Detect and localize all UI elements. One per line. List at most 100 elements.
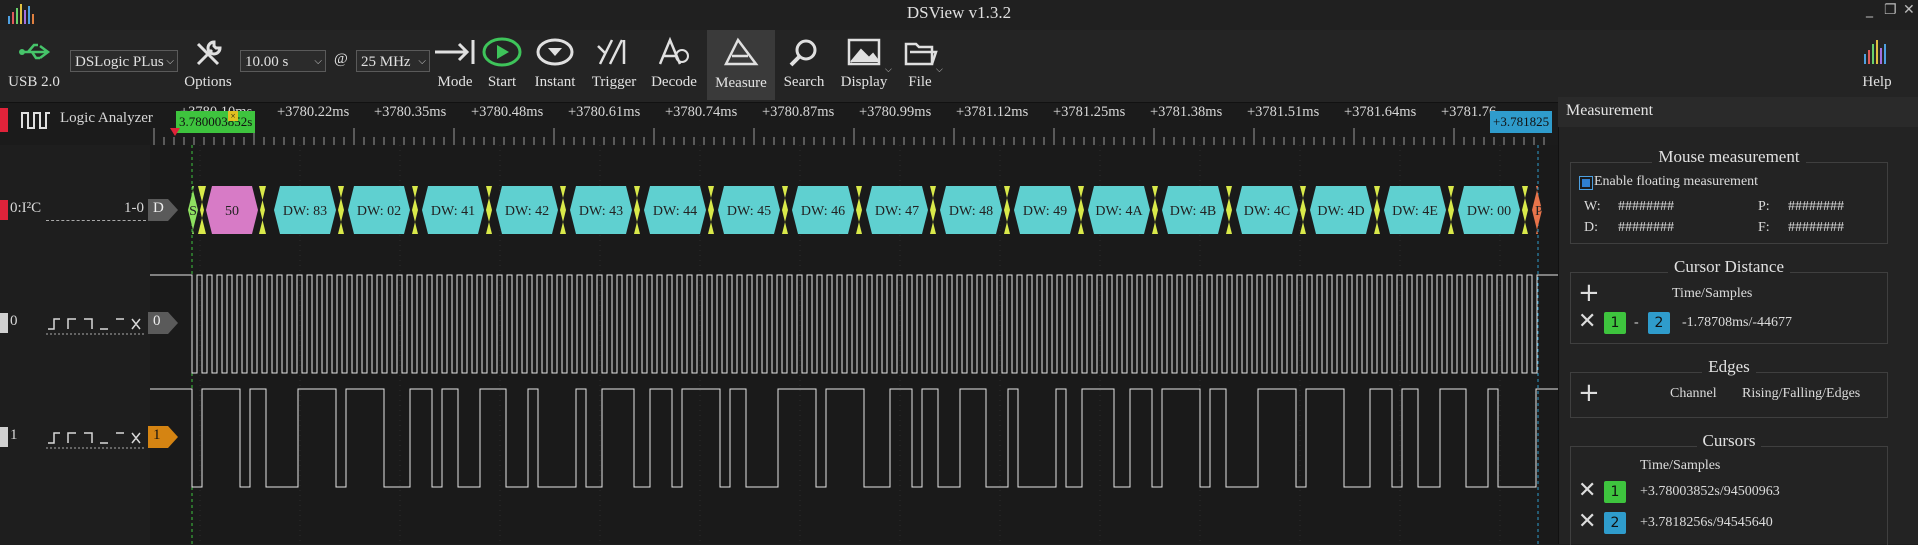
mode-label: Mode xyxy=(437,74,473,90)
channel1-waveform xyxy=(150,388,1558,488)
minimize-icon[interactable]: _ xyxy=(1866,2,1873,18)
w-value: ######## xyxy=(1618,199,1674,214)
decode-ack-mark xyxy=(1226,186,1232,234)
decode-ack-mark xyxy=(486,186,492,234)
waveform-canvas: S 50 DW: 83 DW: 02 DW: 41 DW: 42 DW: 43 DW: 44 D… xyxy=(150,145,1558,544)
display-button[interactable]: Display ⌵ xyxy=(835,34,893,98)
mode-button[interactable]: Mode xyxy=(433,34,477,98)
display-label: Display xyxy=(840,74,888,90)
mode-arrow-icon xyxy=(435,40,475,64)
options-button[interactable]: Options xyxy=(182,36,234,98)
panel-title: Measurement xyxy=(1566,102,1654,119)
decode-ack-mark xyxy=(634,186,640,234)
mouse-measurement-title: Mouse measurement xyxy=(1570,147,1888,167)
cursor2-flag-text: +3.781825 xyxy=(1493,114,1550,129)
measure-label: Measure xyxy=(715,75,767,91)
decode-ack-mark xyxy=(1522,186,1528,234)
add-edges-button[interactable]: + xyxy=(1578,380,1600,406)
channel0-waveform xyxy=(150,274,1558,374)
d-value: ######## xyxy=(1618,220,1674,235)
display-image-icon xyxy=(847,38,881,66)
ch0-trigger-icons[interactable] xyxy=(46,313,144,335)
trigger-button[interactable]: Trigger xyxy=(588,34,640,98)
channel-color-marker xyxy=(0,108,8,132)
measure-button[interactable]: Measure xyxy=(708,34,774,98)
distance-cursor2-badge[interactable]: 2 xyxy=(1648,312,1670,334)
decode-byte-label: DW: 4E xyxy=(1392,204,1438,219)
decode-byte-label: DW: 44 xyxy=(653,204,697,219)
duration-select[interactable]: 10.00 s ⌵ xyxy=(240,50,326,72)
w-label: W: xyxy=(1584,199,1601,214)
remove-cursor2-button[interactable]: ✕ xyxy=(1578,509,1596,534)
usb-label: USB 2.0 xyxy=(8,74,60,90)
ch0-color-marker xyxy=(0,313,8,333)
rate-select[interactable]: 25 MHz ⌵ xyxy=(356,50,430,72)
device-select[interactable]: DSLogic PLus ⌵ xyxy=(70,50,178,72)
distance-cursor1-badge[interactable]: 1 xyxy=(1604,312,1626,334)
logic-analyzer-icon xyxy=(21,112,50,129)
ruler-tick-label: +3780.48ms xyxy=(471,104,544,120)
decode-ack-mark xyxy=(259,186,266,234)
cursor1-badge[interactable]: 1 xyxy=(1604,481,1626,503)
help-label: Help xyxy=(1862,74,1892,90)
i2c-underline xyxy=(46,220,146,221)
i2c-tag-text: D xyxy=(153,200,164,216)
cursor1-close-icon[interactable]: × xyxy=(228,111,238,121)
usb-status: USB 2.0 xyxy=(6,38,62,98)
cursor1-flag[interactable]: 3.780003852s xyxy=(176,111,256,133)
decode-addr-label: 50 xyxy=(225,204,239,219)
ruler-tick-label: +3780.61ms xyxy=(568,104,641,120)
start-button[interactable]: Start xyxy=(480,34,524,98)
ruler-tick-label: +3781.38ms xyxy=(1150,104,1223,120)
decode-ack-mark xyxy=(1448,186,1454,234)
at-label: @ xyxy=(334,51,348,67)
edges-title-text: Edges xyxy=(1702,357,1756,376)
decode-ack-mark xyxy=(1374,186,1380,234)
f-label: F: xyxy=(1758,220,1770,235)
floating-measure-label: Enable floating measurement xyxy=(1594,174,1759,189)
file-button[interactable]: File ⌵ xyxy=(898,34,943,98)
decode-ack-mark xyxy=(1078,186,1084,234)
close-icon[interactable]: ✕ xyxy=(1903,2,1915,18)
restore-icon[interactable]: ❐ xyxy=(1884,2,1897,18)
decode-ack-mark xyxy=(782,186,788,234)
ch0-tag-text: 0 xyxy=(153,313,161,329)
remove-distance-button[interactable]: ✕ xyxy=(1578,309,1596,334)
ch1-tag-text: 1 xyxy=(153,427,161,443)
instant-label: Instant xyxy=(534,74,576,90)
cursor2-badge[interactable]: 2 xyxy=(1604,512,1626,534)
folder-icon xyxy=(904,42,938,66)
decode-byte-label: DW: 4A xyxy=(1095,204,1143,219)
decode-button[interactable]: Decode xyxy=(646,34,702,98)
chevron-down-icon: ⌵ xyxy=(166,56,174,67)
help-logo-icon xyxy=(1864,40,1886,64)
rate-value: 25 MHz xyxy=(361,54,411,70)
instant-button[interactable]: Instant xyxy=(530,34,580,98)
cursor2-flag[interactable]: +3.781825 xyxy=(1490,111,1553,133)
ruler-tick-label: +3781.76 xyxy=(1441,104,1497,120)
panel-header: Measurement xyxy=(1558,97,1918,127)
window-title: DSView v1.3.2 xyxy=(906,3,1012,22)
cursor-distance-title: Cursor Distance xyxy=(1570,257,1888,277)
ch1-trigger-icons[interactable] xyxy=(46,427,144,449)
ruler-ticks xyxy=(153,128,1545,145)
floating-measure-checkbox[interactable] xyxy=(1579,176,1593,190)
cursors-title-text: Cursors xyxy=(1696,431,1762,450)
decode-ack-mark xyxy=(412,186,418,234)
decode-byte-label: DW: 46 xyxy=(801,204,845,219)
decode-byte-label: DW: 48 xyxy=(949,204,993,219)
decode-byte-label: DW: 47 xyxy=(875,204,919,219)
add-distance-button[interactable]: + xyxy=(1578,280,1600,306)
decode-byte-label: DW: 83 xyxy=(283,204,327,219)
ruler-tick-label: +3780.35ms xyxy=(374,104,447,120)
edges-title: Edges xyxy=(1570,357,1888,377)
ch1-color-marker xyxy=(0,427,8,447)
cursor1-flag-text: 3.780003852s xyxy=(179,114,253,129)
decode-byte-label: DW: 43 xyxy=(579,204,623,219)
i2c-channel-name: 0:I²C xyxy=(10,200,42,216)
remove-cursor1-button[interactable]: ✕ xyxy=(1578,478,1596,503)
instant-icon xyxy=(536,38,574,66)
decode-ack-mark xyxy=(930,186,936,234)
search-button[interactable]: Search xyxy=(778,34,830,98)
help-button[interactable]: Help xyxy=(1850,34,1904,98)
